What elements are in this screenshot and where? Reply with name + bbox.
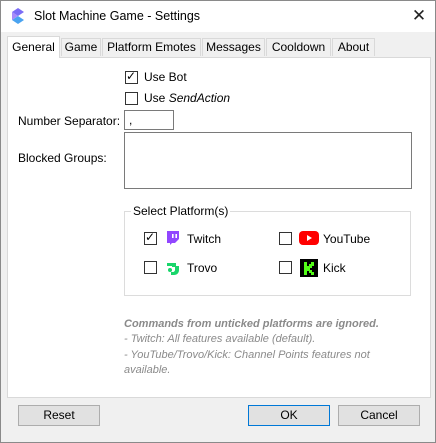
blocked-groups-label: Blocked Groups:: [18, 151, 107, 165]
twitch-checkbox[interactable]: [144, 230, 157, 245]
title-bar: Slot Machine Game - Settings ✕: [1, 1, 435, 32]
use-bot-label: Use Bot: [144, 70, 187, 84]
youtube-icon: [299, 231, 319, 245]
notes-line-others: - YouTube/Trovo/Kick: Channel Points fea…: [124, 349, 370, 361]
trovo-icon: [167, 263, 179, 275]
reset-button[interactable]: Reset: [18, 405, 100, 426]
tab-cooldown[interactable]: Cooldown: [266, 38, 331, 56]
youtube-checkbox[interactable]: [279, 232, 292, 245]
window-title: Slot Machine Game - Settings: [34, 9, 201, 23]
number-separator-label: Number Separator:: [18, 114, 121, 128]
tab-game[interactable]: Game: [61, 38, 101, 56]
kick-label: Kick: [323, 261, 346, 275]
ok-button[interactable]: OK: [248, 405, 330, 426]
use-sendaction-label: Use SendAction: [144, 91, 231, 105]
app-icon: [12, 8, 24, 24]
close-button[interactable]: ✕: [407, 5, 431, 27]
platform-groupbox: Select Platform(s) Twitch YouTube: [124, 204, 411, 296]
tab-general[interactable]: General: [7, 36, 60, 58]
cancel-button[interactable]: Cancel: [338, 405, 420, 426]
kick-checkbox[interactable]: [279, 261, 292, 274]
trovo-checkbox[interactable]: [144, 261, 157, 274]
tab-messages[interactable]: Messages: [202, 38, 265, 56]
youtube-label: YouTube: [323, 232, 371, 246]
number-separator-input[interactable]: ,: [124, 110, 174, 130]
notes-heading: Commands from unticked platforms are ign…: [124, 318, 379, 330]
twitch-icon: [167, 231, 179, 245]
kick-icon: [300, 259, 318, 277]
use-bot-checkbox[interactable]: [125, 69, 138, 84]
twitch-label: Twitch: [187, 232, 222, 246]
settings-window: Slot Machine Game - Settings ✕ General G…: [0, 0, 436, 443]
notes-line-others-cont: available.: [124, 364, 171, 376]
general-tab-panel: Use Bot Use SendAction Number Separator:…: [7, 57, 431, 398]
tab-platform-emotes[interactable]: Platform Emotes: [102, 38, 201, 56]
blocked-groups-textarea[interactable]: [124, 132, 412, 189]
notes-line-twitch: - Twitch: All features available (defaul…: [124, 333, 316, 345]
trovo-label: Trovo: [187, 261, 218, 275]
tab-about[interactable]: About: [332, 38, 375, 56]
use-sendaction-checkbox[interactable]: [125, 92, 138, 105]
platform-group-title: Select Platform(s): [131, 204, 231, 218]
